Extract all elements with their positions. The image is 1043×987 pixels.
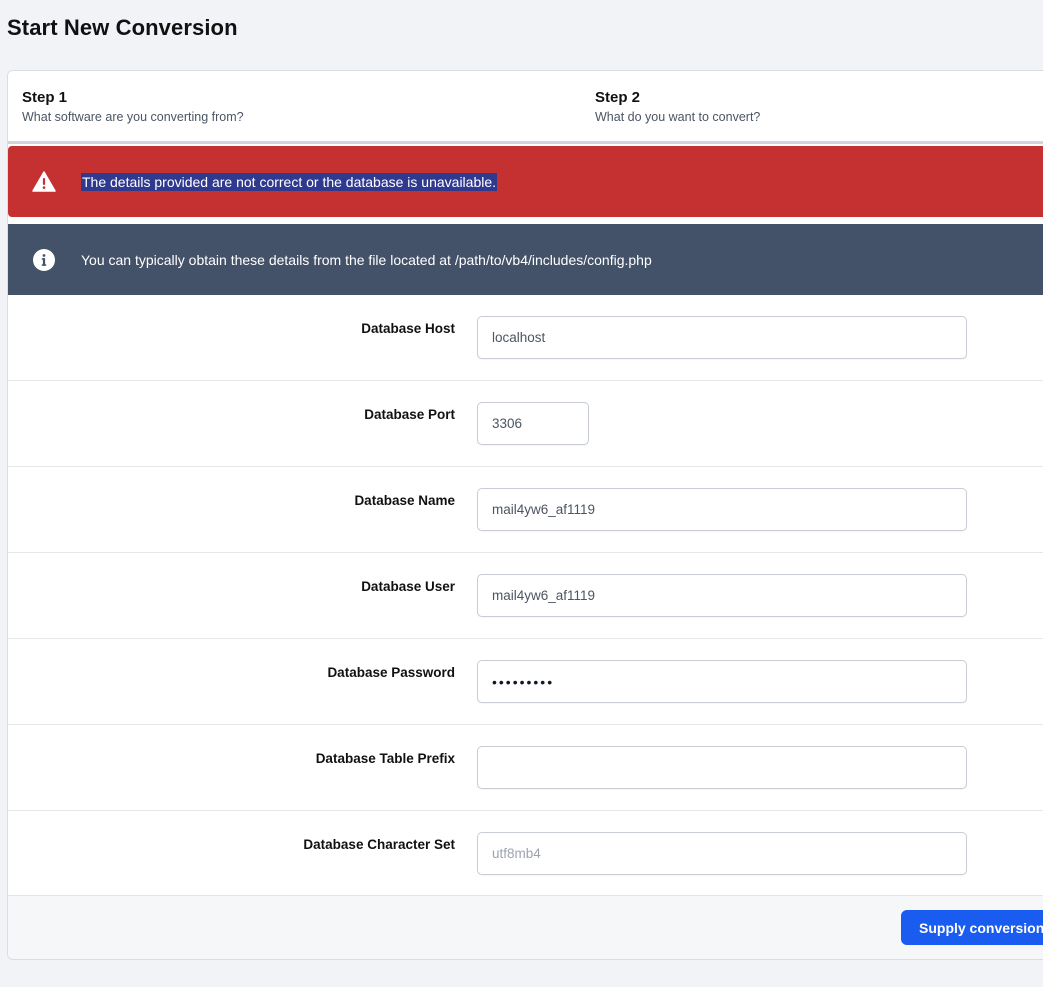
database-port-input[interactable] (477, 402, 589, 445)
database-host-input[interactable] (477, 316, 967, 359)
step-2[interactable]: Step 2 What do you want to convert? (595, 89, 760, 125)
error-alert: The details provided are not correct or … (8, 146, 1043, 217)
step-2-title: Step 2 (595, 89, 641, 106)
form-row-prefix: Database Table Prefix (8, 725, 1043, 811)
page-title: Start New Conversion (7, 15, 238, 40)
database-table-prefix-label: Database Table Prefix (315, 751, 455, 766)
step-1-description: What software are you converting from? (22, 110, 244, 124)
form-row-charset: Database Character Set (8, 811, 1043, 897)
warning-triangle-icon (32, 170, 56, 194)
database-name-label: Database Name (354, 493, 455, 508)
database-table-prefix-input[interactable] (477, 746, 967, 789)
step-1-title: Step 1 (22, 89, 68, 106)
form-row-name: Database Name (8, 467, 1043, 553)
info-circle-icon (32, 248, 56, 272)
supply-conversion-button[interactable]: Supply conversion d (901, 910, 1043, 945)
conversion-panel: Step 1 What software are you converting … (7, 70, 1043, 960)
info-alert: You can typically obtain these details f… (8, 224, 1043, 295)
form-row-user: Database User (8, 553, 1043, 639)
database-password-input[interactable] (477, 660, 967, 703)
database-password-label: Database Password (327, 665, 455, 680)
step-2-description: What do you want to convert? (595, 110, 761, 124)
database-user-label: Database User (361, 579, 455, 594)
database-charset-input[interactable] (477, 832, 967, 875)
database-port-label: Database Port (364, 407, 455, 422)
form-row-password: Database Password (8, 639, 1043, 725)
step-indicator: Step 1 What software are you converting … (8, 71, 1043, 144)
database-charset-label: Database Character Set (303, 837, 455, 852)
database-form: Database Host Database Port Database Nam… (8, 295, 1043, 897)
form-row-host: Database Host (8, 295, 1043, 381)
form-row-port: Database Port (8, 381, 1043, 467)
form-footer: Supply conversion d (8, 895, 1043, 959)
database-name-input[interactable] (477, 488, 967, 531)
step-1[interactable]: Step 1 What software are you converting … (22, 89, 244, 125)
database-host-label: Database Host (361, 321, 455, 336)
database-user-input[interactable] (477, 574, 967, 617)
error-alert-text: The details provided are not correct or … (81, 172, 498, 191)
info-alert-text: You can typically obtain these details f… (81, 251, 652, 268)
